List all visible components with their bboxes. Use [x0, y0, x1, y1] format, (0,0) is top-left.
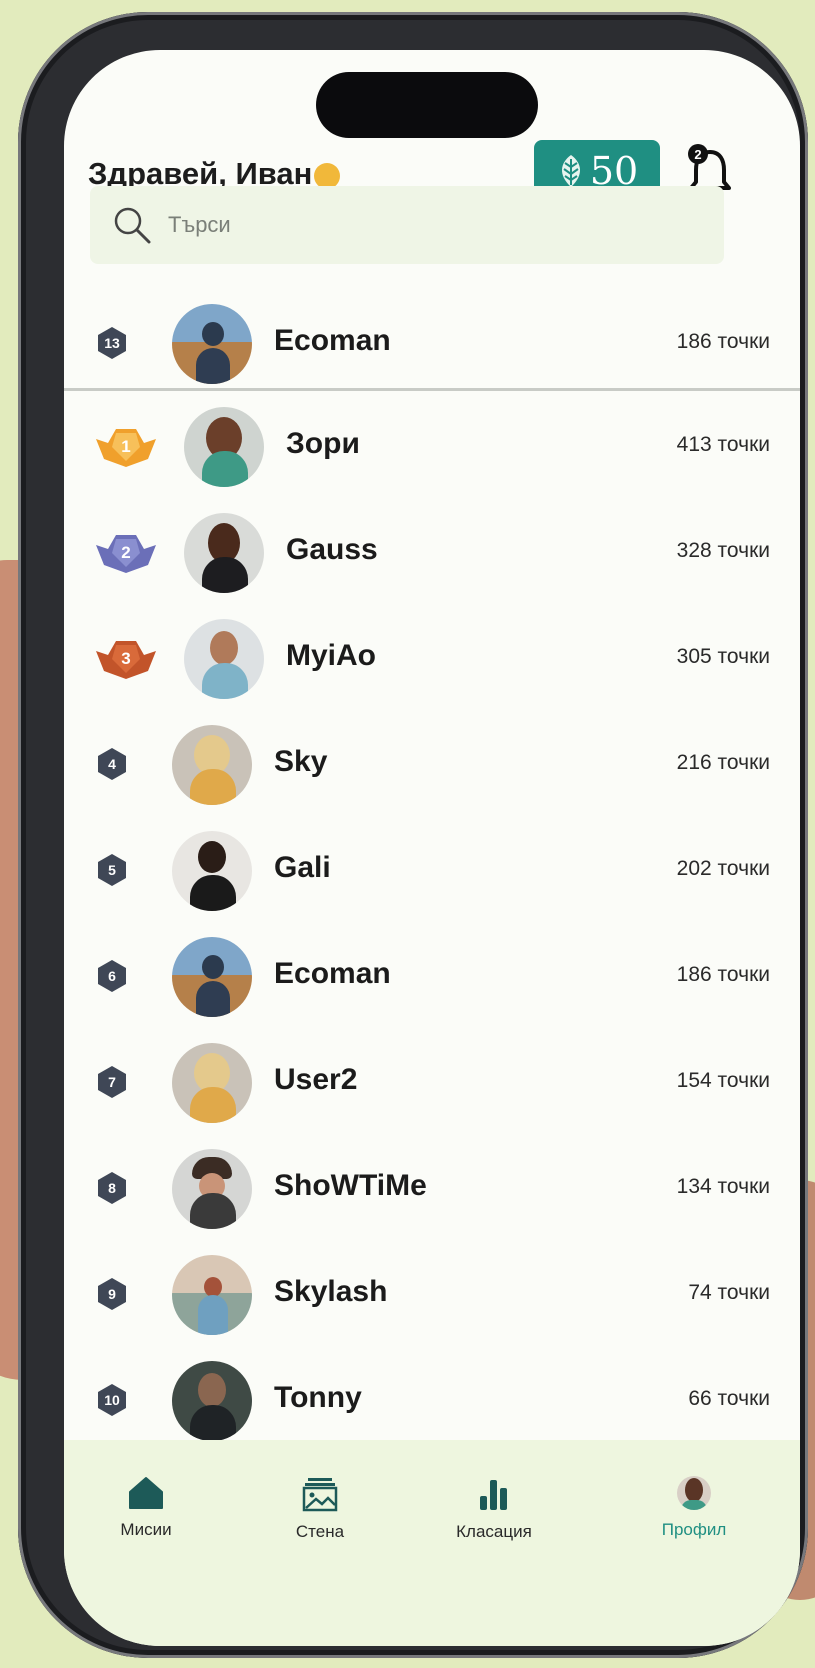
search-input[interactable]	[166, 211, 670, 239]
rank-badge: 7	[94, 1064, 130, 1100]
avatar	[172, 1255, 252, 1335]
bronze-medal-icon: 3	[94, 637, 158, 681]
list-item[interactable]: 6 Ecoman 186 точки	[64, 925, 800, 1031]
username: Tonny	[274, 1381, 362, 1414]
avatar	[184, 619, 264, 699]
rank-number: 8	[108, 1180, 116, 1196]
nav-missions[interactable]: Мисии	[76, 1476, 216, 1540]
nav-wall[interactable]: Стена	[250, 1476, 390, 1542]
nav-label: Класация	[456, 1522, 532, 1541]
username: Ecoman	[274, 324, 391, 357]
list-item[interactable]: 1 Зори 413 точки	[64, 395, 800, 501]
silver-medal-icon: 2	[94, 531, 158, 575]
points: 154 точки	[676, 1069, 770, 1092]
rank-badge: 10	[94, 1382, 130, 1418]
list-item[interactable]: 2 Gauss 328 точки	[64, 501, 800, 607]
list-item[interactable]: 7 User2 154 точки	[64, 1031, 800, 1137]
rank-number: 9	[108, 1286, 116, 1302]
avatar	[172, 304, 252, 384]
username: Skylash	[274, 1275, 388, 1308]
points: 216 точки	[676, 751, 770, 774]
search-bar[interactable]	[90, 186, 724, 264]
leaf-icon	[561, 155, 580, 187]
avatar	[184, 513, 264, 593]
username: ShoWTiMe	[274, 1169, 427, 1202]
notification-count-badge: 2	[688, 144, 708, 164]
gallery-icon	[302, 1478, 338, 1512]
rank-number: 3	[121, 649, 131, 668]
points: 413 точки	[676, 433, 770, 456]
app-screen: Здравей, Иван 50 2 Търси 13 Ecoman 186 т…	[64, 50, 800, 1646]
points: 202 точки	[676, 857, 770, 880]
nav-label: Стена	[295, 1522, 345, 1541]
avatar	[172, 1361, 252, 1441]
rank-badge: 6	[94, 958, 130, 994]
bar-chart-icon	[480, 1480, 507, 1510]
home-icon	[129, 1477, 163, 1509]
current-user-row[interactable]: 13 Ecoman 186 точки	[64, 292, 800, 388]
rank-badge: 13	[94, 325, 130, 361]
rank-number: 1	[121, 437, 131, 456]
avatar	[172, 1149, 252, 1229]
nav-label: Профил	[661, 1520, 727, 1539]
points: 328 точки	[676, 539, 770, 562]
points: 186 точки	[676, 330, 770, 353]
username: Зори	[286, 427, 360, 460]
rank-number: 5	[108, 862, 116, 878]
points: 186 точки	[676, 963, 770, 986]
rank-number: 2	[121, 543, 131, 562]
rank-badge: 8	[94, 1170, 130, 1206]
rank-badge: 9	[94, 1276, 130, 1312]
points: 305 точки	[676, 645, 770, 668]
points: 134 точки	[676, 1175, 770, 1198]
username: Sky	[274, 745, 328, 778]
rank-number: 7	[108, 1074, 116, 1090]
list-item[interactable]: 9 Skylash 74 точки	[64, 1243, 800, 1349]
nav-label: Мисии	[120, 1520, 172, 1539]
rank-number: 10	[104, 1392, 120, 1408]
avatar	[172, 1043, 252, 1123]
search-icon	[114, 207, 151, 244]
avatar-icon	[677, 1476, 711, 1510]
dynamic-island	[316, 72, 538, 138]
avatar	[184, 407, 264, 487]
rank-badge: 5	[94, 852, 130, 888]
rank-badge: 4	[94, 746, 130, 782]
nav-leaderboard[interactable]: Класация	[424, 1476, 564, 1542]
list-item[interactable]: 8 ShoWTiMe 134 точки	[64, 1137, 800, 1243]
username: MyiAo	[286, 639, 376, 672]
rank-number: 6	[108, 968, 116, 984]
avatar	[172, 937, 252, 1017]
username: Ecoman	[274, 957, 391, 990]
username: User2	[274, 1063, 358, 1096]
points: 74 точки	[688, 1281, 770, 1304]
list-item[interactable]: 3 MyiAo 305 точки	[64, 607, 800, 713]
bottom-nav: Мисии Стена Класация Профил	[64, 1440, 800, 1646]
avatar	[172, 831, 252, 911]
username: Gali	[274, 851, 331, 884]
rank-number: 13	[104, 335, 120, 351]
avatar	[172, 725, 252, 805]
points: 66 точки	[688, 1387, 770, 1410]
rank-number: 4	[108, 756, 116, 772]
wave-emoji-icon	[314, 162, 341, 189]
phone-frame: Здравей, Иван 50 2 Търси 13 Ecoman 186 т…	[18, 12, 808, 1658]
username: Gauss	[286, 533, 378, 566]
nav-profile[interactable]: Профил	[624, 1476, 764, 1540]
list-item[interactable]: 4 Sky 216 точки	[64, 713, 800, 819]
divider	[64, 388, 800, 391]
gold-medal-icon: 1	[94, 425, 158, 469]
leaderboard-list: 13 Ecoman 186 точки 1 Зори 413 точки 2 G…	[64, 292, 800, 1455]
list-item[interactable]: 5 Gali 202 точки	[64, 819, 800, 925]
